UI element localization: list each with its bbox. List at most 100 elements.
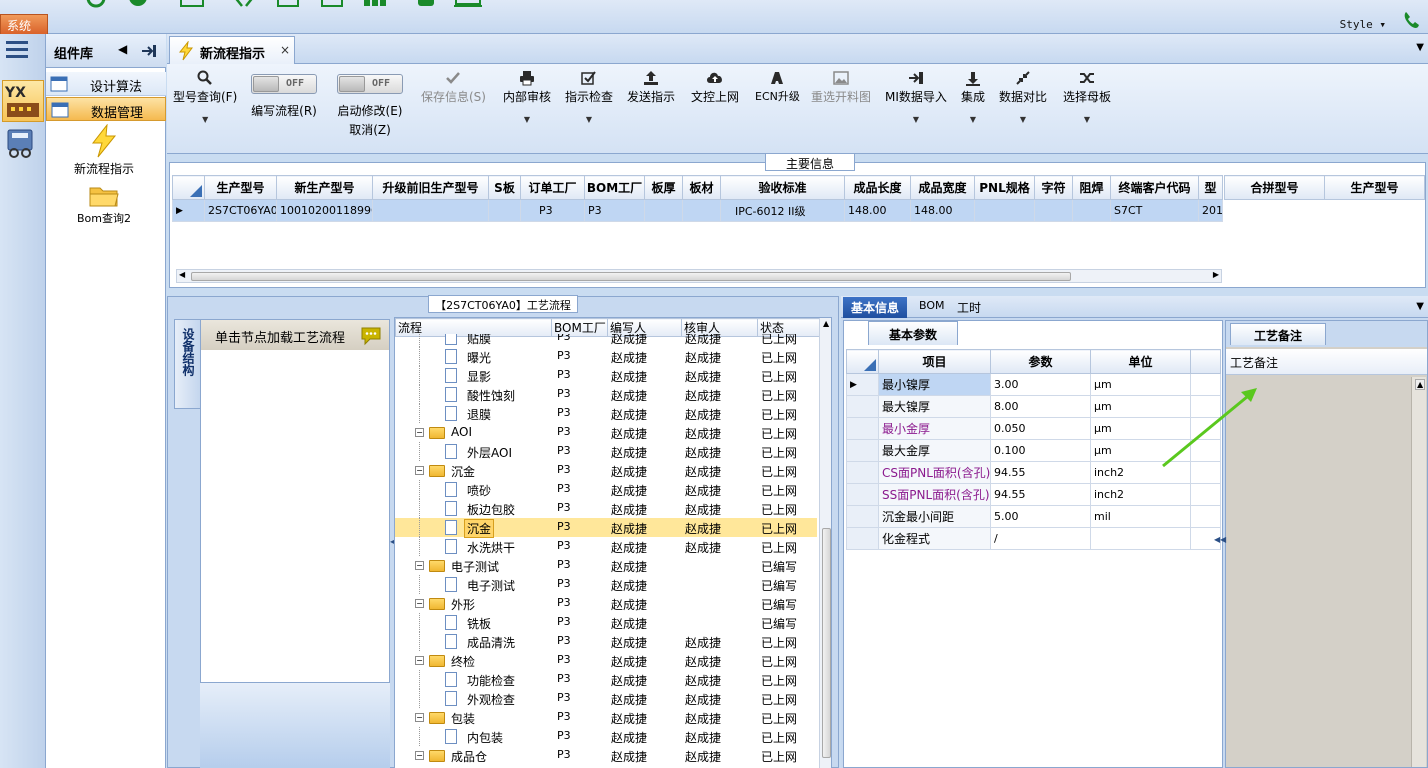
collapse-left-icon[interactable]: ◀ xyxy=(118,42,127,56)
scroll-up-icon[interactable]: ▲ xyxy=(823,319,829,328)
column-header[interactable]: 字符 xyxy=(1034,175,1073,200)
splitter-arrow-icon[interactable]: ◀ xyxy=(1220,535,1226,544)
tree-node-label[interactable]: 铣板 xyxy=(465,615,493,632)
vertical-scrollbar[interactable]: ▲ xyxy=(819,318,831,768)
table-cell[interactable]: 2S7CT06YA0 xyxy=(204,199,277,222)
column-header[interactable]: 项目 xyxy=(878,349,991,374)
column-header[interactable]: 成品宽度 xyxy=(910,175,975,200)
tree-node-label[interactable]: 水洗烘干 xyxy=(465,539,517,556)
table-cell[interactable] xyxy=(682,199,721,222)
tab-equipment-structure[interactable]: 设备结构 xyxy=(174,319,200,409)
tree-row[interactable]: 外观检查 P3 赵成捷 赵成捷 已上网 xyxy=(395,689,817,708)
calculator-icon[interactable] xyxy=(4,128,38,158)
param-unit-cell[interactable] xyxy=(1090,527,1191,550)
tree-row[interactable]: − 包装 P3 赵成捷 赵成捷 已上网 xyxy=(395,708,817,727)
style-menu[interactable]: Style ▾ xyxy=(1340,18,1386,31)
table-cell[interactable]: 10010200118996 xyxy=(276,199,373,222)
data-compare-button[interactable]: 数据对比 ▼ xyxy=(999,70,1047,124)
table-cell[interactable]: IPC-6012 II级 xyxy=(720,199,845,222)
file-upload-button[interactable]: 文控上网 xyxy=(691,70,739,105)
column-header[interactable]: 生产型号 xyxy=(204,175,277,200)
table-cell[interactable]: 148.00 xyxy=(844,199,911,222)
user-icon[interactable] xyxy=(126,0,150,8)
table-row[interactable]: SS面PNL面积(含孔) 94.55 inch2 xyxy=(846,483,1221,506)
tree-row[interactable]: 显影 P3 赵成捷 赵成捷 已上网 xyxy=(395,366,817,385)
column-header[interactable]: 板厚 xyxy=(644,175,683,200)
tree-collapse-icon[interactable]: − xyxy=(415,656,424,665)
send-instruction-button[interactable]: 发送指示 xyxy=(627,70,675,105)
integrate-button[interactable]: 集成 ▼ xyxy=(961,70,985,124)
table-icon[interactable] xyxy=(362,0,388,8)
param-value-cell[interactable]: 0.050 xyxy=(990,417,1091,440)
param-value-cell[interactable]: / xyxy=(990,527,1091,550)
copy-icon[interactable] xyxy=(276,0,302,8)
column-header[interactable]: 新生产型号 xyxy=(276,175,373,200)
tree-collapse-icon[interactable]: − xyxy=(415,561,424,570)
toggle-switch[interactable]: OFF xyxy=(251,74,317,94)
tree-row[interactable]: 沉金 P3 赵成捷 赵成捷 已上网 xyxy=(395,518,817,538)
tree-row[interactable]: 喷砂 P3 赵成捷 赵成捷 已上网 xyxy=(395,480,817,499)
table-cell[interactable]: P3 xyxy=(584,199,645,222)
tree-node-label[interactable]: 曝光 xyxy=(465,349,493,366)
tree-node-label[interactable]: 板边包胶 xyxy=(465,501,517,518)
pin-icon[interactable] xyxy=(142,44,158,58)
param-item-cell[interactable]: 化金程式 xyxy=(878,527,991,550)
column-header[interactable]: 成品长度 xyxy=(844,175,911,200)
tab-basic-info[interactable]: 基本信息 xyxy=(843,297,908,318)
tree-node-label[interactable]: 内包装 xyxy=(465,729,505,746)
horizontal-scrollbar[interactable]: ◀ ▶ xyxy=(176,269,1222,283)
tree-node-label[interactable]: 电子测试 xyxy=(465,577,517,594)
column-header[interactable]: 单位 xyxy=(1090,349,1191,374)
sidebar-item-design-algorithm[interactable]: 设计算法 xyxy=(46,72,166,96)
tree-row[interactable]: − 沉金 P3 赵成捷 赵成捷 已上网 xyxy=(395,461,817,480)
tree-row[interactable]: 功能检查 P3 赵成捷 赵成捷 已上网 xyxy=(395,670,817,689)
column-header[interactable]: S板 xyxy=(488,175,521,200)
param-item-cell[interactable]: SS面PNL面积(含孔) xyxy=(878,483,991,506)
mi-import-button[interactable]: MI数据导入 ▼ xyxy=(885,70,947,124)
vertical-scrollbar[interactable]: ▲ xyxy=(1411,377,1426,767)
tree-node-label[interactable]: 外层AOI xyxy=(465,444,514,461)
tree-row[interactable]: 铣板 P3 赵成捷 已编写 xyxy=(395,613,817,632)
tree-row[interactable]: 成品清洗 P3 赵成捷 赵成捷 已上网 xyxy=(395,632,817,651)
toggle-switch[interactable]: OFF xyxy=(337,74,403,94)
system-tab[interactable]: 系统 xyxy=(0,14,48,34)
phone-book-icon[interactable] xyxy=(414,0,438,8)
tree-row[interactable]: 曝光 P3 赵成捷 赵成捷 已上网 xyxy=(395,347,817,366)
tree-row[interactable]: − 电子测试 P3 赵成捷 已编写 xyxy=(395,556,817,575)
tree-row[interactable]: 退膜 P3 赵成捷 赵成捷 已上网 xyxy=(395,404,817,423)
param-unit-cell[interactable]: mil xyxy=(1090,505,1191,528)
column-header[interactable]: 型 xyxy=(1198,175,1223,200)
tree-row[interactable]: − 外形 P3 赵成捷 已编写 xyxy=(395,594,817,613)
phone-icon[interactable] xyxy=(1402,10,1422,30)
table-cell[interactable] xyxy=(1072,199,1111,222)
enable-modify-toggle[interactable]: OFF 启动修改(E) 取消(Z) xyxy=(337,74,403,138)
table-row[interactable]: 化金程式 / xyxy=(846,527,1221,550)
table-cell[interactable]: 148.00 xyxy=(910,199,975,222)
tree-node-label[interactable]: 包装 xyxy=(449,710,477,727)
tree-row[interactable]: − 终检 P3 赵成捷 赵成捷 已上网 xyxy=(395,651,817,670)
table-cell[interactable] xyxy=(488,199,521,222)
tree-node-label[interactable]: 沉金 xyxy=(463,519,495,538)
tree-row[interactable]: − 成品仓 P3 赵成捷 赵成捷 已上网 xyxy=(395,746,817,765)
column-header[interactable]: 生产型号 xyxy=(1324,175,1425,200)
tree-node-label[interactable]: 功能检查 xyxy=(465,672,517,689)
param-value-cell[interactable]: 3.00 xyxy=(990,373,1091,396)
scrollbar-thumb[interactable] xyxy=(191,272,1071,281)
report-icon[interactable] xyxy=(454,0,484,8)
param-item-cell[interactable]: 最大金厚 xyxy=(878,439,991,462)
ecn-upgrade-button[interactable]: ECN升级 xyxy=(755,70,800,104)
tab-bom[interactable]: BOM xyxy=(911,297,953,318)
tree-node-label[interactable]: 退膜 xyxy=(465,406,493,423)
tree-node-label[interactable]: 终检 xyxy=(449,653,477,670)
tree-row[interactable]: − AOI P3 赵成捷 赵成捷 已上网 xyxy=(395,423,817,442)
chevron-down-icon[interactable]: ▼ xyxy=(1416,42,1424,53)
tree-row[interactable]: 外层AOI P3 赵成捷 赵成捷 已上网 xyxy=(395,442,817,461)
param-value-cell[interactable]: 5.00 xyxy=(990,505,1091,528)
tab-basic-params[interactable]: 基本参数 xyxy=(868,321,958,345)
column-header[interactable]: PNL规格 xyxy=(974,175,1035,200)
tree-row[interactable]: 板边包胶 P3 赵成捷 赵成捷 已上网 xyxy=(395,499,817,518)
param-item-cell[interactable]: 沉金最小间距 xyxy=(878,505,991,528)
scroll-up-icon[interactable]: ▲ xyxy=(1415,379,1426,390)
scroll-left-icon[interactable]: ◀ xyxy=(179,270,185,279)
param-value-cell[interactable]: 0.100 xyxy=(990,439,1091,462)
